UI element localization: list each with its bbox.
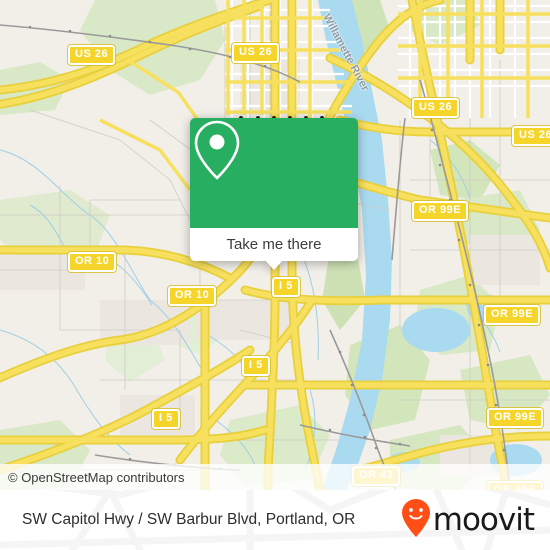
road-shield-us26-2[interactable]: US 26 <box>232 43 280 63</box>
road-shield-i5-1[interactable]: I 5 <box>272 277 300 297</box>
popup-action-button[interactable]: Take me there <box>190 228 358 270</box>
popup-header <box>190 118 358 228</box>
road-shield-or99e-3[interactable]: OR 99E <box>487 408 544 428</box>
popup-pointer-tail <box>265 260 283 270</box>
moovit-smiley-pin-icon <box>401 498 431 543</box>
map-screenshot: Willamette River US 26 US 26 US 26 US 26… <box>0 0 550 550</box>
road-shield-or99e-1[interactable]: OR 99E <box>412 201 469 221</box>
road-shield-i5-2[interactable]: I 5 <box>242 356 270 376</box>
footer-bar: SW Capitol Hwy / SW Barbur Blvd, Portlan… <box>0 490 550 550</box>
moovit-wordmark: moovit <box>432 502 535 538</box>
map-attribution: © OpenStreetMap contributors <box>0 464 550 490</box>
road-shield-us26-3[interactable]: US 26 <box>412 98 460 118</box>
road-shield-us26-1[interactable]: US 26 <box>68 45 116 65</box>
moovit-brand[interactable]: moovit <box>401 498 550 543</box>
map-canvas[interactable]: Willamette River US 26 US 26 US 26 US 26… <box>0 0 550 490</box>
road-shield-i5-3[interactable]: I 5 <box>152 409 180 429</box>
road-shield-or10-2[interactable]: OR 10 <box>168 286 217 306</box>
place-name: SW Capitol Hwy / SW Barbur Blvd, Portlan… <box>22 511 356 528</box>
road-shield-or10-1[interactable]: OR 10 <box>68 252 117 272</box>
road-shield-us26-4[interactable]: US 26 <box>512 126 550 146</box>
attribution-text: © OpenStreetMap contributors <box>8 469 185 485</box>
map-popup-card[interactable]: Take me there <box>190 118 358 270</box>
popup-action-label: Take me there <box>226 236 322 253</box>
road-shield-or99e-2[interactable]: OR 99E <box>484 305 541 325</box>
